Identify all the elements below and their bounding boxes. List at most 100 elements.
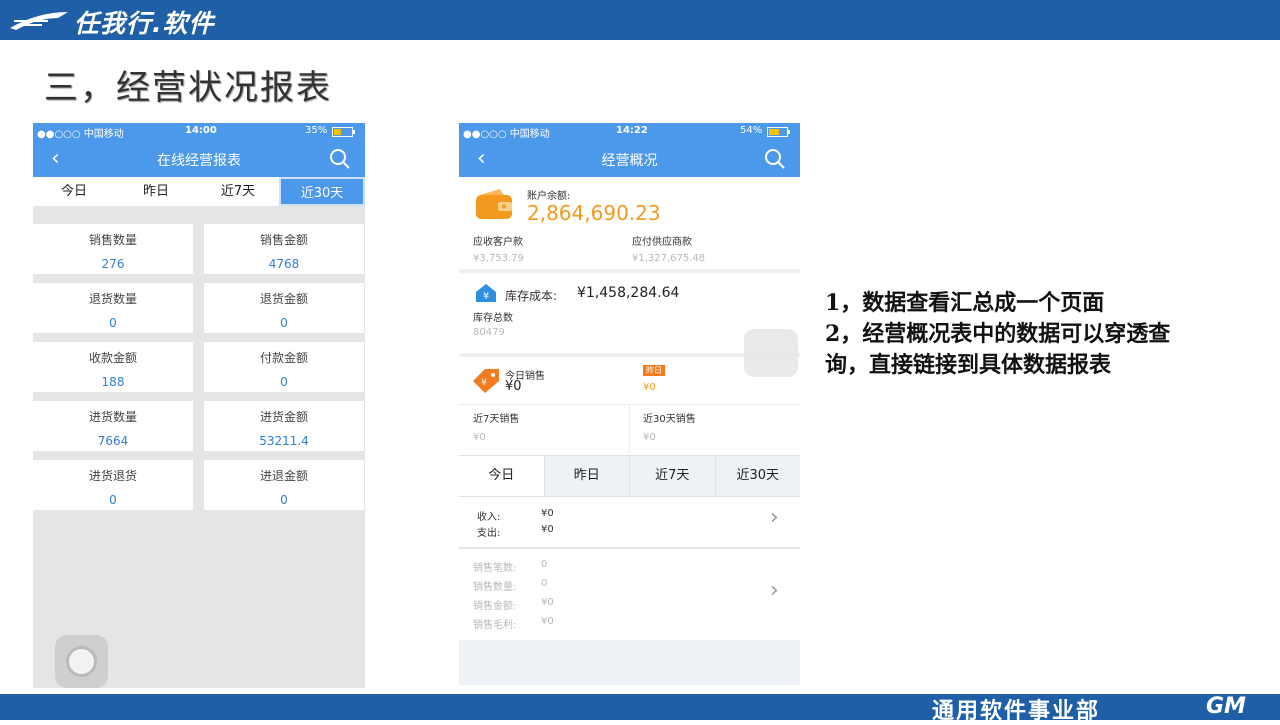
- period-tabs: 今日 昨日 近7天 近30天: [459, 455, 800, 497]
- week-sales-label: 近7天销售: [473, 414, 520, 425]
- stat-value: 188: [101, 375, 125, 389]
- payable-value: ¥1,327,675.48: [632, 253, 706, 264]
- battery-label: 35%: [305, 125, 328, 136]
- tab-today[interactable]: 今日: [33, 177, 115, 206]
- stat-cell-sales-amount[interactable]: 销售金额 4768: [204, 224, 364, 274]
- note-line-1: 1，数据查看汇总成一个页面: [825, 290, 1105, 316]
- stat-value: 0: [280, 493, 288, 507]
- phone-screen-business-overview: ●●○○○ 中国移动 14:22 54% ‹ 经营概况 账户余额: 2,864,…: [459, 123, 800, 685]
- slide-title: 三，经营状况报表: [44, 68, 332, 108]
- screen-title: 在线经营报表: [157, 153, 241, 169]
- chevron-right-icon: ›: [770, 505, 779, 530]
- battery-icon: [767, 127, 790, 137]
- stat-value: 0: [109, 493, 117, 507]
- month-sales-value: ¥0: [643, 432, 656, 443]
- sales-amount-label: 销售金额:: [473, 601, 517, 612]
- stat-value: 4768: [268, 257, 300, 271]
- stat-value: 0: [109, 316, 117, 330]
- search-icon[interactable]: [764, 148, 786, 170]
- brand-swoosh-icon: [10, 12, 68, 30]
- tab-30days[interactable]: 近30天: [716, 456, 801, 496]
- inventory-house-icon: ¥: [476, 284, 496, 302]
- stat-cell-sales-qty[interactable]: 销售数量 276: [33, 224, 193, 274]
- phone-screen-online-report: ●●○○○ 中国移动 14:00 35% ‹ 在线经营报表 今日 昨日 近7天 …: [33, 123, 365, 688]
- stat-value: 7664: [97, 434, 129, 448]
- sales-count-label: 销售笔数:: [473, 563, 517, 574]
- stat-value: 0: [280, 316, 288, 330]
- stat-label: 付款金额: [259, 351, 308, 365]
- svg-text:¥: ¥: [481, 378, 487, 388]
- stat-cell-return-amount[interactable]: 退货金额 0: [204, 283, 364, 333]
- stat-cell-purchase-return-amount[interactable]: 进退金额 0: [204, 460, 364, 510]
- tab-yesterday[interactable]: 昨日: [545, 456, 630, 496]
- balance-value: 2,864,690.23: [527, 201, 661, 225]
- stock-cost-label: 库存成本:: [505, 289, 558, 303]
- stat-cell-purchase-qty[interactable]: 进货数量 7664: [33, 401, 193, 451]
- yesterday-value: ¥0: [643, 382, 656, 393]
- payable-label: 应付供应商款: [632, 237, 692, 248]
- receivable-label: 应收客户款: [473, 237, 523, 248]
- tab-today[interactable]: 今日: [459, 456, 545, 496]
- stat-cell-receipt-amount[interactable]: 收款金额 188: [33, 342, 193, 392]
- app-header: ‹ 经营概况: [459, 140, 800, 177]
- stat-label: 退货数量: [88, 292, 137, 306]
- slide-notes: 1，数据查看汇总成一个页面 2，经营概况表中的数据可以穿透查 询，直接链接到具体…: [825, 288, 1170, 381]
- month-sales-label: 近30天销售: [643, 414, 696, 425]
- stock-cost-value: ¥1,458,284.64: [577, 285, 680, 301]
- income-expense-row[interactable]: 收入: ¥0 支出: ¥0 ›: [459, 499, 800, 547]
- stat-cell-purchase-return[interactable]: 进货退货 0: [33, 460, 193, 510]
- floating-assistive-button[interactable]: [744, 329, 798, 377]
- stat-label: 退货金额: [259, 292, 308, 306]
- stat-cell-return-qty[interactable]: 退货数量 0: [33, 283, 193, 333]
- screen-title: 经营概况: [601, 153, 658, 169]
- svg-text:¥: ¥: [483, 291, 489, 302]
- wallet-icon: [476, 189, 512, 219]
- assistive-touch-button[interactable]: [55, 635, 108, 688]
- stat-cell-purchase-amount[interactable]: 进货金额 53211.4: [204, 401, 364, 451]
- stat-label: 进货数量: [88, 410, 137, 424]
- expense-label: 支出:: [477, 528, 501, 539]
- status-bar: ●●○○○ 中国移动 14:00 35%: [33, 123, 365, 140]
- yesterday-badge: 昨日: [643, 365, 665, 376]
- stat-value: 0: [280, 375, 288, 389]
- stat-value: 276: [101, 257, 125, 271]
- status-bar: ●●○○○ 中国移动 14:22 54%: [459, 123, 800, 140]
- carrier-label: ●●○○○ 中国移动: [37, 129, 124, 140]
- stat-label: 进货退货: [88, 469, 137, 483]
- stat-label: 进退金额: [259, 469, 308, 483]
- stat-label: 销售数量: [88, 233, 137, 247]
- chevron-right-icon: ›: [770, 578, 779, 603]
- sales-qty-value: 0: [541, 578, 548, 589]
- stat-cell-payment-amount[interactable]: 付款金额 0: [204, 342, 364, 392]
- battery-icon: [332, 127, 355, 137]
- balance-label: 账户余额:: [527, 191, 571, 202]
- section-divider: [459, 269, 800, 273]
- tab-30days[interactable]: 近30天: [279, 177, 365, 206]
- week-sales-value: ¥0: [473, 432, 486, 443]
- divider: [629, 405, 630, 453]
- note-line-3: 询，直接链接到具体数据报表: [825, 352, 1112, 378]
- stat-label: 收款金额: [88, 351, 137, 365]
- clock-label: 14:22: [616, 125, 648, 136]
- sales-qty-label: 销售数量:: [473, 582, 517, 593]
- stat-value: 53211.4: [259, 434, 309, 448]
- carrier-label: ●●○○○ 中国移动: [463, 129, 550, 140]
- price-tag-icon: ¥: [473, 369, 499, 393]
- sales-count-value: 0: [541, 559, 548, 570]
- footer-area: [459, 640, 800, 685]
- gross-profit-value: ¥0: [541, 616, 554, 627]
- tab-yesterday[interactable]: 昨日: [115, 177, 197, 206]
- brand-logo: 任我行.软件: [74, 9, 215, 38]
- period-tabs: 今日 昨日 近7天 近30天: [33, 177, 365, 206]
- clock-label: 14:00: [185, 125, 217, 136]
- tab-7days[interactable]: 近7天: [197, 177, 279, 206]
- search-icon[interactable]: [329, 148, 351, 170]
- stat-label: 销售金额: [259, 233, 308, 247]
- stock-total-label: 库存总数: [473, 313, 513, 324]
- tab-7days[interactable]: 近7天: [630, 456, 716, 496]
- expense-value: ¥0: [541, 524, 554, 535]
- note-line-2: 2，经营概况表中的数据可以穿透查: [825, 321, 1171, 347]
- gross-profit-label: 销售毛利:: [473, 620, 517, 631]
- sales-stats-row[interactable]: 销售笔数: 0 销售数量: 0 销售金额: ¥0 销售毛利: ¥0 ›: [459, 549, 800, 639]
- today-sales-value: ¥0: [505, 379, 522, 394]
